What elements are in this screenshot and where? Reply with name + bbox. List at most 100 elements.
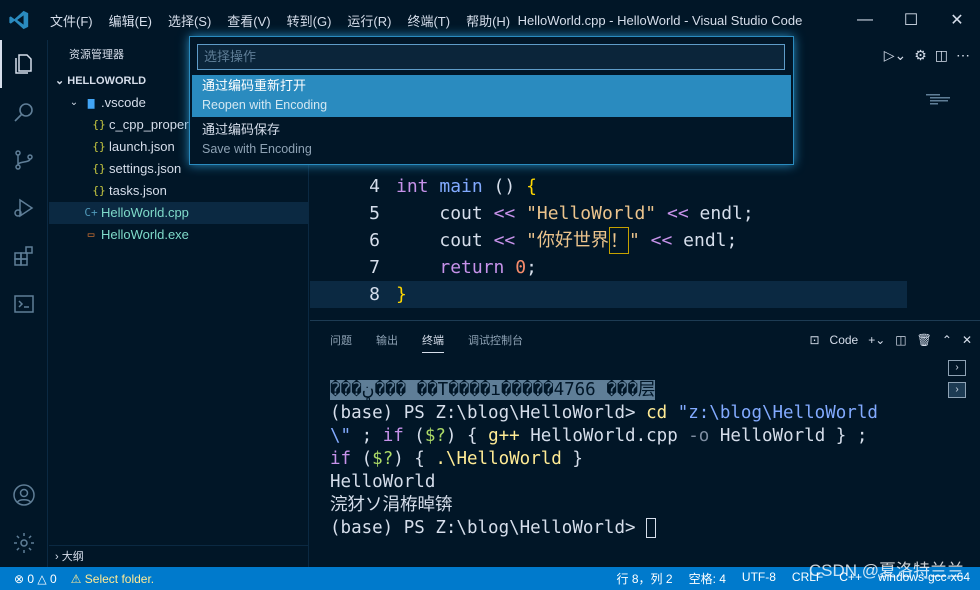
terminal-token: -o (688, 426, 710, 446)
chevron-right-icon: › (55, 551, 62, 563)
line-number: 8 (369, 284, 380, 305)
problems-status[interactable]: ⊗ 0 △ 0 (14, 572, 57, 586)
split-editor-icon[interactable]: ◫ (935, 47, 948, 64)
terminal-line: HelloWorld (330, 472, 436, 492)
error-icon: ⊗ (14, 571, 28, 586)
menu-view[interactable]: 查看(V) (219, 11, 278, 30)
tree-file-helloworld-cpp[interactable]: C+ HelloWorld.cpp (49, 202, 308, 224)
terminal-profile-label[interactable]: Code (830, 333, 859, 347)
menu-go[interactable]: 转到(G) (279, 11, 340, 30)
settings-gear-icon[interactable] (0, 519, 48, 567)
menu-selection[interactable]: 选择(S) (160, 11, 219, 30)
indentation[interactable]: 空格: 4 (689, 570, 726, 587)
terminal-token: HelloWorld } ; (709, 426, 868, 446)
panel-actions: ⊡ Code +⌄ ◫ 🗑 ⌃ ✕ (809, 321, 972, 359)
chevron-down-icon: ⌄ (69, 97, 79, 108)
tab-debug-console[interactable]: 调试控制台 (468, 328, 523, 352)
menu-edit[interactable]: 编辑(E) (101, 11, 160, 30)
line-number: 7 (369, 257, 380, 278)
code-token: "HelloWorld" (526, 203, 657, 224)
terminal-output[interactable]: ���ڼ��� ��T����ı�����4766 ���层 (base) PS… (330, 379, 920, 540)
quick-pick-item-title: 通过编码保存 (202, 122, 281, 137)
terminal-view-icon[interactable] (0, 280, 48, 328)
activity-bar-bottom (0, 471, 48, 567)
kill-terminal-icon[interactable]: 🗑 (917, 333, 932, 347)
more-actions-icon[interactable]: ⋯ (956, 47, 970, 64)
code-lines: 4 int main () { 5 cout << "HelloWorld" <… (350, 173, 754, 308)
maximize-panel-icon[interactable]: ⌃ (942, 333, 952, 347)
menu-file[interactable]: 文件(F) (42, 11, 101, 30)
close-icon[interactable]: ✕ (934, 0, 980, 40)
terminal-token: ( (403, 426, 425, 446)
title-bar: 文件(F) 编辑(E) 选择(S) 查看(V) 转到(G) 运行(R) 终端(T… (0, 0, 980, 40)
tree-file-tasks[interactable]: {} tasks.json (49, 180, 308, 202)
minimize-icon[interactable]: — (842, 0, 888, 40)
line-number: 5 (369, 203, 380, 224)
terminal-profile-icon: ⊡ (809, 333, 820, 347)
terminal-line: 浣犲ソ涓栫晫锛 (330, 495, 453, 515)
quick-pick-input[interactable]: 选择操作 (197, 44, 785, 70)
terminal-list-icon[interactable]: › (948, 382, 966, 398)
explorer-icon[interactable] (0, 40, 48, 88)
terminal-token: ( (351, 449, 373, 469)
quick-pick-item-reopen-encoding[interactable]: 通过编码重新打开 Reopen with Encoding (192, 75, 791, 117)
quick-pick-item-subtitle: Save with Encoding (202, 142, 312, 156)
terminal-token: ) { (393, 449, 436, 469)
code-line: 6 cout << "你好世界！ " << endl; (350, 227, 754, 254)
tab-output[interactable]: 输出 (376, 328, 398, 352)
menu-run[interactable]: 运行(R) (339, 11, 399, 30)
maximize-icon[interactable]: ☐ (888, 0, 934, 40)
tree-item-label: HelloWorld.exe (101, 227, 189, 242)
json-file-icon: {} (92, 140, 106, 153)
tree-item-label: HelloWorld.cpp (101, 205, 189, 220)
code-token: return (439, 257, 505, 278)
json-file-icon: {} (92, 184, 106, 197)
new-terminal-icon[interactable]: +⌄ (868, 333, 885, 347)
minimap[interactable] (926, 92, 966, 112)
code-token: << (493, 203, 516, 224)
code-line: 8 } (350, 281, 754, 308)
vscode-logo-icon (9, 10, 29, 30)
code-token: endl; (699, 203, 754, 224)
terminal-token: g++ (488, 426, 520, 446)
source-control-icon[interactable] (0, 136, 48, 184)
cursor-position[interactable]: 行 8，列 2 (617, 570, 673, 587)
terminal-line: ���ڼ��� ��T����ı�����4766 ���层 (330, 379, 920, 402)
tab-terminal[interactable]: 终端 (422, 328, 444, 353)
terminal-token: HelloWorld.cpp (519, 426, 689, 446)
menu-terminal[interactable]: 终端(T) (399, 11, 458, 30)
outline-label: 大纲 (61, 551, 84, 563)
quick-pick-item-save-encoding[interactable]: 通过编码保存 Save with Encoding (192, 119, 791, 161)
split-terminal-icon[interactable]: ◫ (895, 333, 906, 347)
settings-gear-icon[interactable]: ⚙ (914, 47, 927, 64)
code-token: main (439, 176, 483, 197)
activity-bar (0, 40, 48, 567)
terminal-token: ) { (445, 426, 489, 446)
code-token: endl; (683, 230, 738, 251)
status-left: ⊗ 0 △ 0 ⚠ Select folder. (0, 572, 154, 586)
outline-section-header[interactable]: › 大纲 (49, 545, 309, 567)
folder-icon: ▆ (87, 96, 95, 109)
code-token: int (396, 176, 429, 197)
window-title: HelloWorld.cpp - HelloWorld - Visual Stu… (517, 12, 803, 28)
code-token: ; (526, 257, 537, 278)
watermark: CSDN @夏洛特兰兰 (808, 561, 964, 580)
file-encoding[interactable]: UTF-8 (742, 570, 776, 587)
close-panel-icon[interactable]: ✕ (962, 333, 972, 347)
extensions-icon[interactable] (0, 232, 48, 280)
terminal-line: if ($?) { .\HelloWorld } (330, 448, 920, 471)
terminal-token: .\HelloWorld (435, 449, 562, 469)
code-line: 7 return 0; (350, 254, 754, 281)
tab-problems[interactable]: 问题 (330, 328, 352, 352)
account-icon[interactable] (0, 471, 48, 519)
terminal-line: \" ; if ($?) { g++ HelloWorld.cpp -o Hel… (330, 425, 920, 448)
run-code-icon[interactable]: ▷⌄ (884, 47, 907, 64)
select-folder-status[interactable]: ⚠ Select folder. (71, 572, 154, 586)
tree-item-label: tasks.json (109, 183, 167, 198)
tree-file-helloworld-exe[interactable]: ▭ HelloWorld.exe (49, 224, 308, 246)
code-token: cout (439, 230, 483, 251)
search-icon[interactable] (0, 88, 48, 136)
terminal-list-icon[interactable]: › (948, 360, 966, 376)
run-debug-icon[interactable] (0, 184, 48, 232)
code-token: () (482, 176, 527, 197)
